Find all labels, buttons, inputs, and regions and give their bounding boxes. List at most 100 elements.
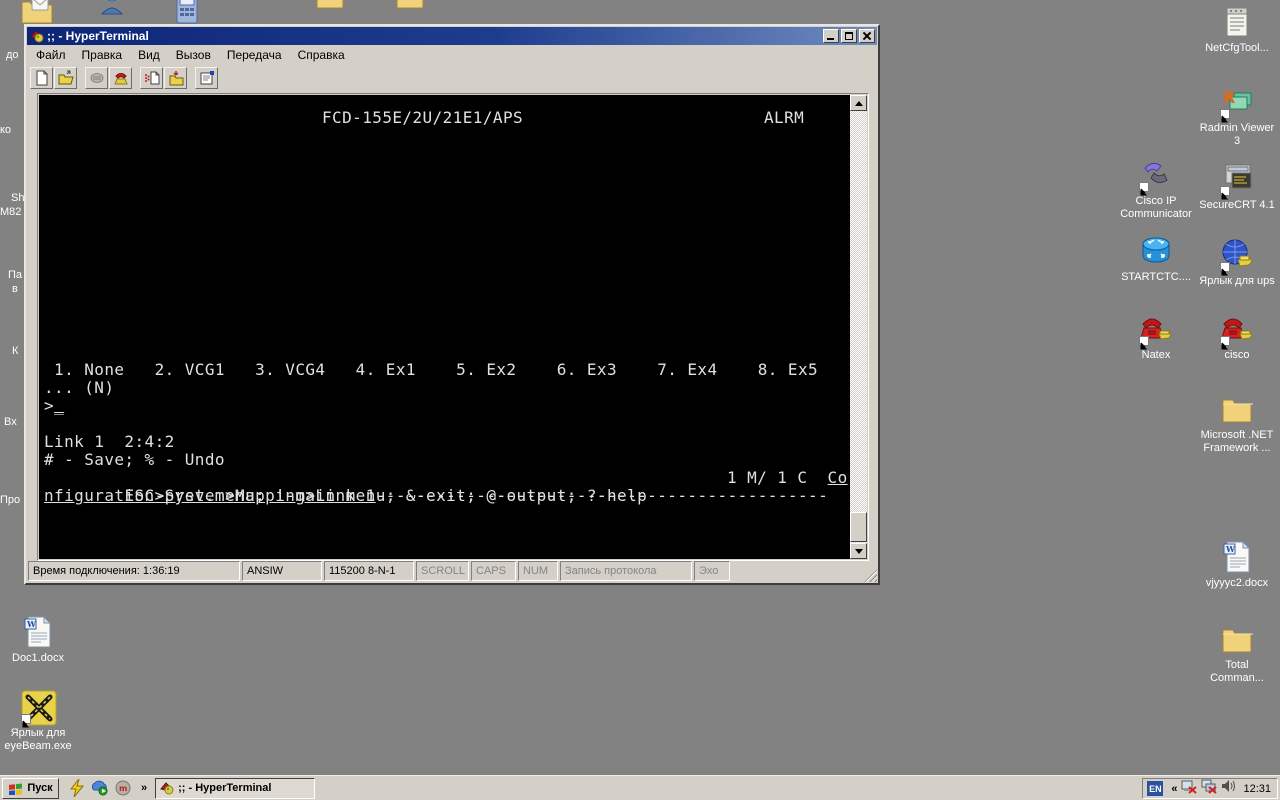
hidden-icon-label-fragment: в — [12, 283, 18, 295]
desktop-icon-eyebeam-shortcut[interactable]: Ярлык для eyeBeam.exe — [0, 690, 78, 753]
terminal-path-wrap: Co — [827, 468, 848, 487]
network-disconnected-icon[interactable] — [1201, 779, 1218, 799]
open-connection-button[interactable] — [54, 66, 77, 89]
status-port-settings: 115200 8-N-1 — [324, 561, 414, 581]
shortcut-arrow-icon — [1220, 336, 1230, 350]
desktop-icon-radmin-viewer[interactable]: R Radmin Viewer 3 — [1197, 85, 1277, 148]
eyebeam-icon — [21, 690, 57, 728]
svg-text:m: m — [119, 784, 127, 793]
desktop-icon-dotnet-folder[interactable]: Microsoft .NET Framework ... — [1197, 392, 1277, 455]
clock[interactable]: 12:31 — [1243, 783, 1271, 795]
partial-icon-folder[interactable] — [395, 0, 425, 15]
terminal-save-line: # - Save; % - Undo — [44, 450, 225, 469]
disconnect-button[interactable] — [85, 66, 108, 89]
call-button[interactable] — [109, 66, 132, 89]
language-indicator[interactable]: EN — [1147, 781, 1164, 796]
status-echo: Эхо — [694, 561, 730, 581]
icon-label: Microsoft .NET Framework ... — [1200, 429, 1274, 454]
terminal-more-line: ... (N) — [44, 378, 115, 397]
hidden-icon-label-fragment: Вх — [4, 416, 17, 428]
status-capture: Запись протокола — [560, 561, 692, 581]
window-title: ;; - HyperTerminal — [47, 29, 149, 43]
quick-launch-overflow-chevron[interactable]: » — [141, 782, 147, 794]
system-tray: EN « 12:31 — [1142, 778, 1278, 799]
word-document-icon: W — [1220, 540, 1254, 574]
globe-phone-icon — [1220, 238, 1254, 276]
desktop-icon-natex[interactable]: Natex — [1116, 312, 1196, 362]
minimize-button[interactable] — [823, 29, 839, 43]
taskbar-button-hyperterminal[interactable]: ;; - HyperTerminal — [155, 777, 316, 799]
send-file-button[interactable] — [140, 66, 163, 89]
scrollbar-thumb[interactable] — [850, 512, 867, 542]
menu-view[interactable]: Вид — [130, 46, 168, 64]
resize-grip[interactable] — [864, 569, 877, 582]
icon-label: Ярлык для ups — [1199, 275, 1275, 287]
menu-edit[interactable]: Правка — [74, 46, 131, 64]
hidden-icon-label-fragment: M82 — [0, 206, 22, 218]
menu-file[interactable]: Файл — [28, 46, 74, 64]
partial-icon-person[interactable] — [98, 0, 126, 21]
icon-label: Radmin Viewer 3 — [1199, 122, 1275, 147]
menu-call[interactable]: Вызов — [168, 46, 219, 64]
status-caps-lock: CAPS — [471, 561, 516, 581]
menu-help[interactable]: Справка — [290, 46, 353, 64]
close-button[interactable] — [859, 29, 875, 43]
maximize-button[interactable] — [841, 29, 857, 43]
mcafee-icon[interactable]: m — [114, 779, 132, 797]
properties-button[interactable] — [195, 66, 218, 89]
scroll-down-button[interactable] — [850, 543, 867, 559]
shortcut-arrow-icon — [1220, 109, 1230, 123]
title-bar[interactable]: ;; - HyperTerminal — [27, 27, 877, 45]
partial-icon-folder[interactable] — [315, 0, 345, 15]
windows-logo-icon — [9, 783, 23, 795]
desktop-icon-total-commander[interactable]: Total Comman... — [1197, 622, 1277, 685]
volume-icon[interactable] — [1221, 779, 1236, 798]
shortcut-arrow-icon — [1139, 336, 1149, 350]
desktop-icon-ups-shortcut[interactable]: Ярлык для ups — [1197, 238, 1277, 288]
device-name: FCD-155E/2U/21E1/APS — [322, 108, 524, 127]
cloud-play-icon[interactable] — [91, 779, 109, 797]
desktop-icon-securecrt[interactable]: SecureCRT 4.1 — [1197, 162, 1277, 212]
terminal-scrollbar[interactable] — [850, 95, 867, 559]
desktop-icon-startctc[interactable]: STARTCTC.... — [1116, 234, 1196, 284]
terminal-prompt-line: >_ — [44, 396, 65, 415]
status-scroll-lock: SCROLL — [416, 561, 469, 581]
terminal-header-row: FCD-155E/2U/21E1/APS ALRM — [44, 109, 850, 181]
router-icon — [1139, 234, 1173, 268]
telephones-icon — [1220, 312, 1254, 350]
hidden-icon-label-fragment: до — [6, 49, 19, 61]
terminal-options-line: 1. None 2. VCG1 3. VCG4 4. Ex1 5. Ex2 6.… — [44, 360, 819, 379]
lightning-icon[interactable] — [68, 779, 86, 797]
notepad-icon — [1220, 5, 1254, 39]
word-document-icon: W — [21, 615, 55, 649]
desktop-icon-netcfgtool[interactable]: NetCfgTool... — [1197, 5, 1277, 55]
taskbar: Пуск m » ;; - HyperTerminal EN « 12:31 — [0, 775, 1280, 800]
terminal-screen[interactable]: FCD-155E/2U/21E1/APS ALRM 1. None 2. VCG… — [39, 95, 850, 559]
desktop-icon-vjyyyc2-docx[interactable]: W vjyyyc2.docx — [1197, 540, 1277, 590]
desktop-icon-cisco-ip-communicator[interactable]: Cisco IP Communicator — [1116, 158, 1196, 221]
hyperterminal-window: ;; - HyperTerminal Файл Правка Вид Вызов… — [24, 24, 880, 585]
shortcut-arrow-icon — [21, 714, 31, 728]
status-bar: Время подключения: 1:36:19 ANSIW 115200 … — [28, 561, 876, 581]
desktop-icon-cisco[interactable]: cisco — [1197, 312, 1277, 362]
start-button[interactable]: Пуск — [2, 777, 59, 799]
menu-transfer[interactable]: Передача — [219, 46, 290, 64]
new-connection-button[interactable] — [30, 66, 53, 89]
terminal-help-line: ESC-prev.menu; !-main menu; &-exit; @-ou… — [124, 468, 848, 505]
receive-file-button[interactable] — [164, 66, 187, 89]
network-disconnected-icon[interactable] — [1181, 779, 1198, 799]
securecrt-icon — [1220, 162, 1254, 200]
shortcut-arrow-icon — [1220, 186, 1230, 200]
svg-text:W: W — [1225, 544, 1236, 554]
tray-chevron[interactable]: « — [1171, 783, 1177, 795]
hidden-icon-label-fragment: ко — [0, 124, 12, 136]
icon-label: cisco — [1224, 349, 1250, 361]
terminal-cursor: _ — [54, 396, 65, 415]
cisco-ipc-icon — [1139, 158, 1173, 196]
desktop-icon-doc1-docx[interactable]: W Doc1.docx — [0, 615, 78, 665]
folder-icon — [1220, 392, 1254, 426]
icon-label: SecureCRT 4.1 — [1199, 199, 1275, 211]
scroll-up-button[interactable] — [850, 95, 867, 111]
icon-label: Cisco IP Communicator — [1120, 195, 1192, 220]
folder-icon — [1220, 622, 1254, 656]
